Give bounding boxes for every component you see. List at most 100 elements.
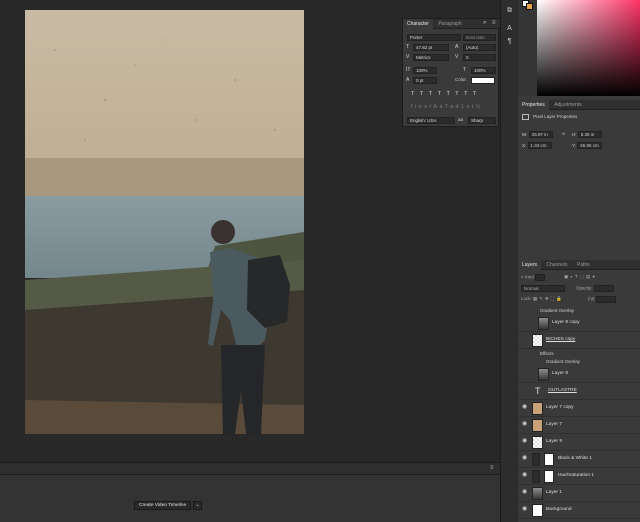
background-color-swatch[interactable]: [526, 3, 533, 10]
layer-row[interactable]: ◉ Background: [518, 502, 640, 519]
effect-row[interactable]: Gradient Overlay: [518, 306, 640, 315]
kerning-field[interactable]: Metrics: [413, 54, 449, 61]
layer-name: Layer 1: [546, 490, 562, 495]
layer-row[interactable]: Layer 8 copy: [518, 315, 640, 332]
tracking-field[interactable]: 0: [463, 54, 496, 61]
opacity-row: Opacity:: [576, 285, 614, 292]
visibility-toggle[interactable]: [522, 337, 529, 342]
layer-filter-icons[interactable]: ▣◐T⬚▤●: [564, 274, 597, 280]
layer-row[interactable]: ◉ Layer 1: [518, 485, 640, 502]
tab-paths[interactable]: Paths: [573, 260, 594, 270]
language-select[interactable]: English: USA: [407, 117, 455, 124]
panel-icon-strip: ⧉ A ¶: [500, 0, 517, 522]
tab-channels[interactable]: Channels: [542, 260, 571, 270]
fill-row: Fill:: [588, 296, 617, 303]
layer-thumbnail: [538, 368, 549, 381]
visibility-toggle[interactable]: ◉: [522, 421, 529, 427]
panel-menu-icon[interactable]: ≡: [492, 20, 496, 26]
layer-filter[interactable]: ⌕ Kind: [521, 274, 546, 281]
pixel-layer-properties-header: Pixel Layer Properties: [522, 114, 577, 120]
layer-name: Layer 7 copy: [546, 405, 574, 410]
width-row: W: 25.97 in: [522, 131, 553, 138]
visibility-toggle[interactable]: ◉: [522, 455, 529, 461]
leading-icon: A: [455, 44, 459, 50]
document-image[interactable]: [25, 10, 304, 434]
layers-tabs: Layers Channels Paths: [518, 260, 640, 270]
font-size-field[interactable]: 47.82 pt: [413, 44, 449, 51]
blend-mode-select[interactable]: Normal: [521, 285, 565, 292]
character-icon[interactable]: A: [505, 24, 514, 33]
effects-label: Effects: [540, 351, 554, 356]
tab-adjustments[interactable]: Adjustments: [550, 100, 586, 110]
layer-thumbnail: [532, 419, 543, 432]
text-layer-icon: T: [535, 386, 541, 396]
y-field[interactable]: 66.96 cm: [577, 142, 602, 149]
link-icon[interactable]: ∞: [562, 131, 565, 136]
opacity-field[interactable]: [593, 285, 614, 292]
visibility-toggle[interactable]: ◉: [522, 438, 529, 444]
layer-row[interactable]: ◉ Black & White 1: [518, 451, 640, 468]
properties-tabs: Properties Adjustments: [518, 100, 640, 110]
visibility-toggle[interactable]: [522, 371, 529, 376]
visibility-toggle[interactable]: ◉: [522, 472, 529, 478]
chevron-down-icon[interactable]: ⌄: [193, 501, 202, 510]
opentype-buttons[interactable]: fiσstAaTad1st½: [411, 104, 483, 110]
antialias-select[interactable]: Sharp: [468, 117, 496, 124]
filter-kind-select[interactable]: Kind: [525, 275, 534, 280]
layer-name: Layer 8 copy: [552, 320, 580, 325]
layer-row[interactable]: ◉ Hue/Saturation 1: [518, 468, 640, 485]
fill-field[interactable]: [596, 296, 617, 303]
layer-row[interactable]: Layer 8: [518, 366, 640, 383]
leading-field[interactable]: (Auto): [463, 44, 496, 51]
layer-name: OUTLASTRE: [548, 388, 577, 393]
layer-row[interactable]: ◉ Layer 7: [518, 417, 640, 434]
tab-layers[interactable]: Layers: [518, 260, 542, 270]
lock-icons[interactable]: ▦✎✥⛶🔒: [533, 296, 564, 301]
color-spectrum-field[interactable]: [537, 0, 640, 96]
horizontal-scale-field[interactable]: 100%: [471, 67, 496, 74]
collapse-icon[interactable]: »: [483, 20, 486, 26]
x-field[interactable]: 1.34 cm: [527, 142, 552, 149]
history-icon[interactable]: ⧉: [505, 6, 514, 15]
visibility-toggle[interactable]: ◉: [522, 404, 529, 410]
y-row: Y: 66.96 cm: [572, 142, 602, 149]
layer-mask-thumbnail: [544, 453, 554, 466]
layer-row[interactable]: BICHES copy: [518, 332, 640, 349]
layer-thumbnail: [532, 334, 543, 347]
width-label: W:: [522, 132, 528, 137]
font-size-icon: T: [406, 44, 410, 50]
tab-properties[interactable]: Properties: [518, 100, 549, 110]
layer-name: Background: [546, 507, 572, 512]
width-field[interactable]: 25.97 in: [528, 131, 553, 138]
lock-label: Lock:: [521, 296, 532, 301]
layer-row[interactable]: T OUTLASTRE: [518, 383, 640, 400]
font-family-select[interactable]: Porter: [407, 34, 461, 41]
visibility-toggle[interactable]: [522, 320, 529, 325]
vertical-scale-icon: IT: [406, 67, 411, 73]
timeline-header: ≡: [0, 463, 500, 475]
horizontal-scale-icon: T: [463, 67, 467, 73]
filter-dropdown[interactable]: [535, 274, 546, 281]
color-panel: [518, 0, 640, 96]
baseline-shift-field[interactable]: 0 pt: [413, 77, 437, 84]
layer-row[interactable]: ◉ Layer 9: [518, 434, 640, 451]
visibility-toggle[interactable]: ◉: [522, 489, 529, 495]
tab-paragraph[interactable]: Paragraph: [434, 19, 465, 29]
layer-thumbnail: [538, 317, 549, 330]
visibility-toggle[interactable]: ◉: [522, 506, 529, 512]
vertical-scale-field[interactable]: 100%: [413, 67, 437, 74]
font-style-select[interactable]: Bold Italic: [463, 34, 496, 41]
visibility-toggle[interactable]: [522, 388, 529, 393]
effect-row[interactable]: Gradient Overlay: [518, 357, 640, 366]
height-field[interactable]: 5.36 in: [577, 131, 602, 138]
create-video-timeline-button[interactable]: Create Video Timeline: [134, 501, 192, 510]
timeline-menu-icon[interactable]: ≡: [490, 465, 494, 471]
paragraph-icon[interactable]: ¶: [505, 37, 514, 46]
tab-character[interactable]: Character: [403, 19, 433, 29]
kerning-icon: V: [406, 54, 410, 60]
type-style-buttons[interactable]: TTTTTTTT: [411, 91, 482, 97]
effect-label: Gradient Overlay: [540, 308, 575, 313]
text-color-swatch[interactable]: [471, 77, 495, 84]
baseline-shift-icon: A: [406, 77, 410, 83]
layer-row[interactable]: ◉ Layer 7 copy: [518, 400, 640, 417]
